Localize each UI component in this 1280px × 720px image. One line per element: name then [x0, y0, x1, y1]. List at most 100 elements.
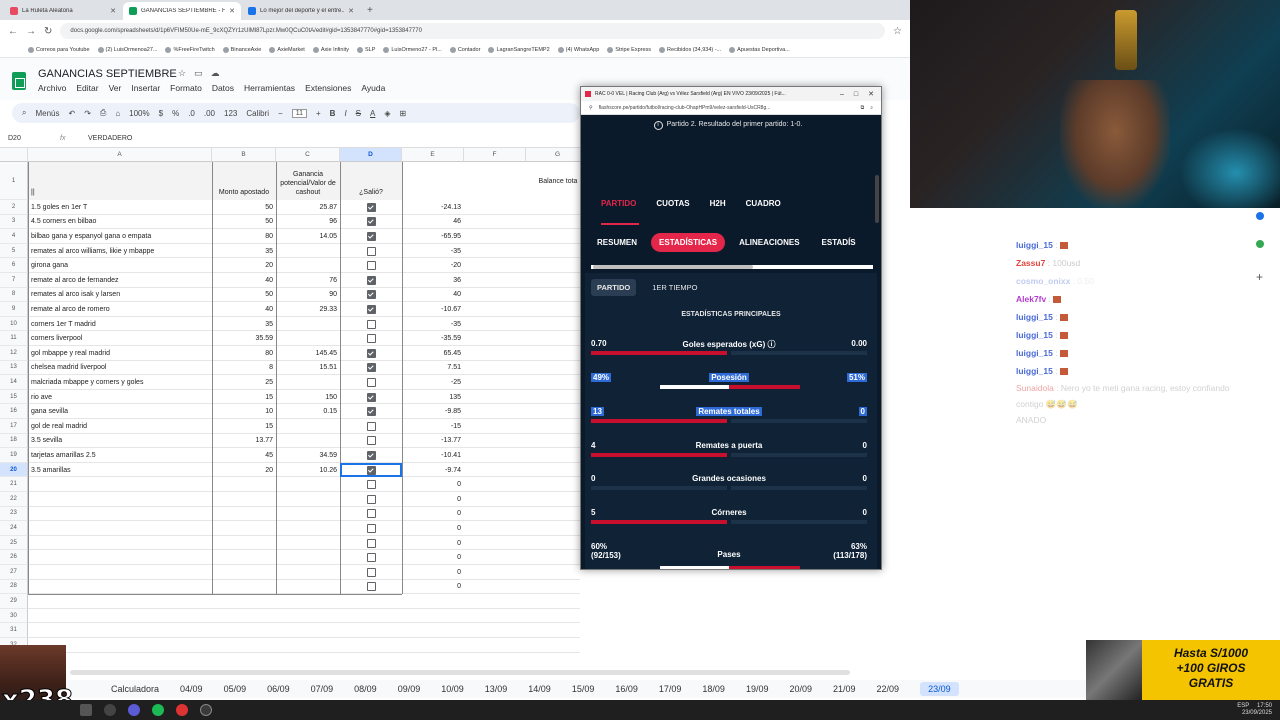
checkbox-cell[interactable] — [340, 317, 402, 332]
checkbox-cell[interactable] — [340, 302, 402, 317]
bet-description-cell[interactable] — [28, 580, 212, 595]
browser-tab[interactable]: La Ruleta Aleatoria ✕ — [4, 2, 122, 20]
row-header[interactable]: 10 — [0, 316, 28, 332]
row-header[interactable]: 1 — [0, 162, 28, 200]
map-pin-icon[interactable] — [1256, 240, 1264, 248]
row-header[interactable]: 24 — [0, 521, 28, 536]
amount-cell[interactable]: 80 — [212, 229, 276, 244]
bet-description-cell[interactable] — [28, 492, 212, 507]
sheet-tab[interactable]: 13/09 — [485, 684, 508, 694]
print-icon[interactable]: ⎙ — [100, 108, 106, 118]
search-menus-icon[interactable]: ⌕ — [22, 108, 26, 118]
cloud-status-icon[interactable]: ☁ — [211, 68, 220, 79]
detail-tab[interactable]: ESTADÍSTICAS — [651, 233, 726, 252]
sheet-tab[interactable]: 22/09 — [877, 684, 900, 694]
payout-cell[interactable]: 15.51 — [276, 361, 340, 376]
row-header[interactable]: 30 — [0, 608, 28, 624]
bookmark[interactable]: LagranSangreTEMP2 — [488, 46, 550, 53]
bet-description-cell[interactable]: remate al arco de fernandez — [28, 273, 212, 288]
checkbox-cell[interactable] — [340, 258, 402, 273]
bet-description-cell[interactable]: remate al arco de romero — [28, 302, 212, 317]
payout-cell[interactable] — [276, 434, 340, 449]
system-tray[interactable]: ESP 17:50 23/09/2025 — [1237, 703, 1272, 717]
row-header[interactable]: 4 — [0, 229, 28, 244]
bet-description-cell[interactable] — [28, 521, 212, 536]
sheet-tab[interactable]: 20/09 — [789, 684, 812, 694]
name-box[interactable]: D20 — [0, 135, 60, 142]
browser-icon[interactable] — [200, 704, 212, 716]
obs-icon[interactable] — [104, 704, 116, 716]
row-header[interactable]: 5 — [0, 243, 28, 259]
checkbox[interactable] — [366, 582, 376, 592]
profit-cell[interactable]: 0 — [402, 492, 464, 507]
bet-description-cell[interactable]: 4.5 corners en bilbao — [28, 215, 212, 230]
amount-cell[interactable]: 13.77 — [212, 434, 276, 449]
amount-cell[interactable]: 45 — [212, 448, 276, 463]
payout-cell[interactable]: 0.15 — [276, 404, 340, 419]
amount-cell[interactable] — [212, 507, 276, 522]
fill-color-icon[interactable]: ◈ — [384, 109, 390, 118]
profit-cell[interactable]: -9.85 — [402, 404, 464, 419]
payout-cell[interactable] — [276, 638, 340, 653]
checkbox-cell[interactable] — [340, 375, 402, 390]
match-tab[interactable]: CUOTAS — [656, 199, 689, 208]
payout-cell[interactable] — [276, 580, 340, 595]
row-header[interactable]: 14 — [0, 375, 28, 390]
url-field[interactable]: docs.google.com/spreadsheets/d/1p6VFIM50… — [60, 23, 886, 39]
formula-input[interactable]: VERDADERO — [88, 135, 132, 142]
row-header[interactable]: 29 — [0, 594, 28, 609]
checkbox[interactable] — [366, 304, 376, 314]
popup-vertical-scrollbar[interactable] — [875, 175, 879, 223]
select-all-corner[interactable] — [0, 148, 28, 162]
document-title[interactable]: GANANCIAS SEPTIEMBRE — [38, 68, 177, 80]
match-tab[interactable]: PARTIDO — [601, 199, 636, 208]
amount-cell[interactable]: 20 — [212, 258, 276, 273]
strikethrough-icon[interactable]: S — [356, 109, 361, 118]
profit-cell[interactable]: 65.45 — [402, 346, 464, 361]
font-size-minus-icon[interactable]: − — [278, 109, 283, 118]
bet-description-cell[interactable] — [28, 477, 212, 492]
browser-tab[interactable]: Lo mejor del deporte y el entre... ✕ — [242, 2, 360, 20]
amount-cell[interactable] — [212, 536, 276, 551]
star-icon[interactable]: ☆ — [178, 68, 186, 79]
checkbox-cell[interactable] — [340, 404, 402, 419]
profit-cell[interactable]: 0 — [402, 507, 464, 522]
user-icon[interactable] — [1256, 212, 1264, 220]
checkbox[interactable] — [366, 494, 376, 504]
bet-description-cell[interactable] — [28, 609, 212, 624]
checkbox-cell[interactable] — [340, 550, 402, 565]
column-header[interactable]: D — [340, 148, 402, 162]
undo-icon[interactable]: ↶ — [69, 109, 76, 118]
checkbox[interactable] — [366, 392, 376, 402]
row-header[interactable]: 16 — [0, 404, 28, 419]
menu-item[interactable]: Editar — [76, 83, 98, 93]
amount-cell[interactable]: 50 — [212, 288, 276, 303]
amount-cell[interactable] — [212, 580, 276, 595]
menu-item[interactable]: Archivo — [38, 83, 66, 93]
bet-description-cell[interactable]: gol de real madrid — [28, 419, 212, 434]
checkbox-cell[interactable] — [340, 229, 402, 244]
percent-format-button[interactable]: % — [172, 109, 179, 118]
sheet-tab[interactable]: 08/09 — [354, 684, 377, 694]
payout-cell[interactable] — [276, 536, 340, 551]
menu-item[interactable]: Insertar — [131, 83, 160, 93]
amount-cell[interactable] — [212, 594, 276, 609]
amount-cell[interactable]: 15 — [212, 419, 276, 434]
forward-icon[interactable]: → — [26, 26, 36, 37]
tab-close-icon[interactable]: ✕ — [110, 7, 116, 15]
profit-cell[interactable]: -10.41 — [402, 448, 464, 463]
payout-cell[interactable] — [276, 477, 340, 492]
header-cell-a[interactable]: || — [28, 162, 212, 200]
payout-cell[interactable]: 25.87 — [276, 200, 340, 215]
row-header[interactable]: 27 — [0, 565, 28, 580]
row-header[interactable]: 25 — [0, 535, 28, 551]
payout-cell[interactable] — [276, 550, 340, 565]
amount-cell[interactable]: 25 — [212, 375, 276, 390]
sheet-tab[interactable]: 18/09 — [702, 684, 725, 694]
payout-cell[interactable]: 145.45 — [276, 346, 340, 361]
checkbox[interactable] — [366, 436, 376, 446]
chrome-icon[interactable] — [128, 704, 140, 716]
menu-item[interactable]: Ayuda — [361, 83, 385, 93]
profit-cell[interactable] — [402, 638, 464, 653]
amount-cell[interactable]: 20 — [212, 463, 276, 478]
